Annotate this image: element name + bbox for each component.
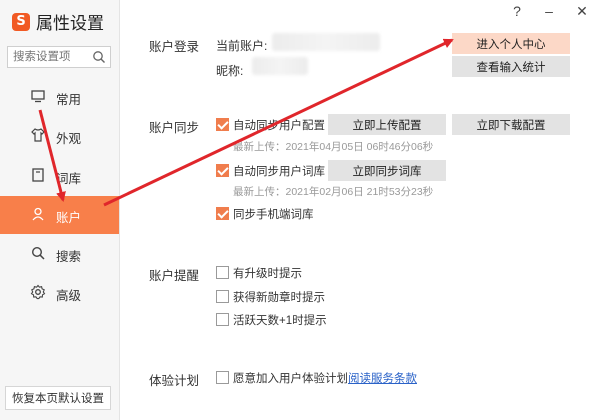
view-input-stats-button[interactable]: 查看输入统计 (452, 56, 570, 77)
sync-mobile-dict-checkbox[interactable] (216, 207, 229, 220)
sidebar-item-appearance[interactable]: 外观 (0, 117, 119, 155)
download-config-button[interactable]: 立即下载配置 (452, 114, 570, 135)
close-button[interactable]: ✕ (572, 1, 592, 21)
search-input[interactable] (8, 47, 90, 67)
auto-sync-dict-checkbox[interactable] (216, 164, 229, 177)
sidebar-item-dictionary[interactable]: 词库 (0, 157, 119, 195)
search-icon (31, 246, 45, 260)
sidebar-item-search[interactable]: 搜索 (0, 235, 119, 273)
section-title-experience-plan: 体验计划 (149, 374, 200, 388)
settings-window: S 属性设置 常用 外观 (0, 0, 600, 420)
upload-config-button[interactable]: 立即上传配置 (328, 114, 446, 135)
auto-sync-config-checkbox[interactable] (216, 118, 229, 131)
restore-defaults-button[interactable]: 恢复本页默认设置 (5, 386, 111, 410)
account-name-redacted (272, 33, 380, 51)
nickname-label: 昵称: (216, 64, 244, 78)
service-terms-link[interactable]: 阅读服务条款 (348, 370, 417, 386)
brand: S 属性设置 (12, 9, 104, 34)
sidebar-item-label: 搜索 (56, 250, 82, 264)
sync-mobile-dict-label: 同步手机端词库 (233, 209, 314, 221)
new-medal-reminder-checkbox[interactable] (216, 290, 229, 303)
active-days-reminder-checkbox[interactable] (216, 313, 229, 326)
nickname-redacted (252, 57, 308, 75)
current-account-label: 当前账户: (216, 39, 268, 53)
auto-sync-config-label: 自动同步用户配置 (233, 120, 325, 132)
gear-icon (30, 284, 46, 300)
window-title: 属性设置 (36, 14, 104, 33)
upgrade-reminder-label: 有升级时提示 (233, 268, 302, 280)
new-medal-reminder-label: 获得新勋章时提示 (233, 292, 325, 304)
user-icon (32, 207, 44, 221)
experience-plan-checkbox[interactable] (216, 371, 229, 384)
sidebar-item-account[interactable]: 账户 (0, 196, 119, 234)
section-title-account-login: 账户登录 (149, 40, 200, 54)
sidebar-item-label: 账户 (56, 211, 82, 225)
sidebar-item-label: 词库 (56, 172, 82, 186)
upgrade-reminder-checkbox[interactable] (216, 266, 229, 279)
search-box[interactable] (7, 46, 111, 68)
sync-dict-button[interactable]: 立即同步词库 (328, 160, 446, 181)
book-icon (32, 168, 44, 182)
section-title-account-reminder: 账户提醒 (149, 269, 200, 283)
sidebar-item-label: 外观 (56, 132, 82, 146)
auto-sync-dict-label: 自动同步用户词库 (233, 166, 325, 178)
shirt-icon (31, 128, 45, 142)
search-icon[interactable] (92, 50, 106, 64)
minimize-button[interactable]: – (539, 1, 559, 21)
sidebar-item-advanced[interactable]: 高级 (0, 274, 119, 312)
experience-plan-label: 愿意加入用户体验计划 (233, 373, 348, 385)
help-button[interactable]: ? (507, 1, 527, 21)
section-title-account-sync: 账户同步 (149, 121, 200, 135)
config-last-upload-time: 最新上传：2021年04月05日 06时46分06秒 (233, 141, 434, 153)
active-days-reminder-label: 活跃天数+1时提示 (233, 315, 327, 327)
sidebar-item-label: 常用 (56, 93, 82, 107)
enter-personal-center-button[interactable]: 进入个人中心 (452, 33, 570, 54)
sidebar: S 属性设置 常用 外观 (0, 0, 120, 420)
dict-last-upload-time: 最新上传：2021年02月06日 21时53分23秒 (233, 186, 434, 198)
sidebar-item-label: 高级 (56, 289, 82, 303)
sogou-logo-icon: S (12, 12, 30, 31)
monitor-icon (31, 90, 45, 103)
sidebar-item-common[interactable]: 常用 (0, 78, 119, 116)
